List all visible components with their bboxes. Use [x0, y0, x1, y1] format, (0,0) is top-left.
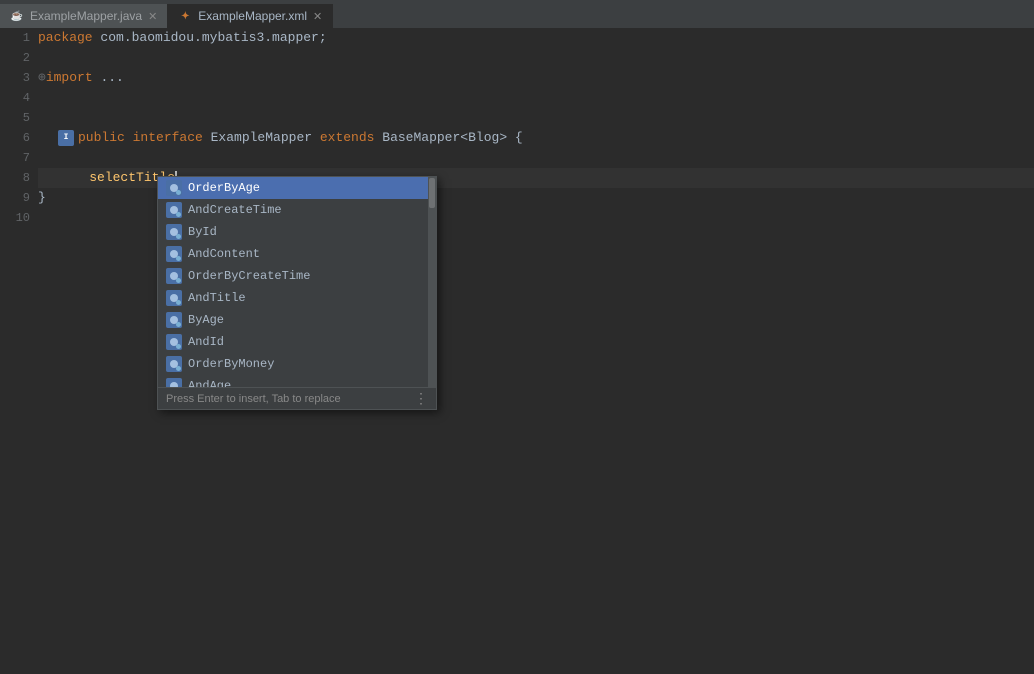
- xml-icon: ✦: [178, 9, 192, 23]
- kw-package: package: [38, 28, 100, 48]
- line-num-7: 7: [0, 148, 30, 168]
- ac-icon-0: [166, 180, 182, 196]
- ac-label-8: OrderByMoney: [188, 357, 428, 371]
- ac-icon-9: [166, 378, 182, 387]
- ac-label-4: OrderByCreateTime: [188, 269, 428, 283]
- ac-icon-3: [166, 246, 182, 262]
- ac-item-1[interactable]: AndCreateTime: [158, 199, 436, 221]
- line-num-9: 9: [0, 188, 30, 208]
- code-line-6: I public interface ExampleMapper extends…: [38, 128, 1034, 148]
- line-num-8: 8: [0, 168, 30, 188]
- autocomplete-scrollbar[interactable]: [428, 177, 436, 387]
- ac-icon-2: [166, 224, 182, 240]
- ac-label-3: AndContent: [188, 247, 428, 261]
- ac-label-5: AndTitle: [188, 291, 428, 305]
- ac-icon-7: [166, 334, 182, 350]
- line-num-3: 3: [0, 68, 30, 88]
- ac-icon-1: [166, 202, 182, 218]
- line-num-10: 10: [0, 208, 30, 228]
- ac-label-2: ById: [188, 225, 428, 239]
- code-line-7: [38, 148, 1034, 168]
- line-num-5: 5: [0, 108, 30, 128]
- ac-icon-8: [166, 356, 182, 372]
- tab-xml[interactable]: ✦ ExampleMapper.xml ✕: [168, 4, 333, 28]
- ac-label-0: OrderByAge: [188, 181, 428, 195]
- ac-item-2[interactable]: ById: [158, 221, 436, 243]
- line-numbers: 1 2 3 4 5 6 7 8 9 10: [0, 28, 38, 674]
- ac-icon-6: [166, 312, 182, 328]
- ac-item-9[interactable]: AndAge: [158, 375, 436, 387]
- ac-label-7: AndId: [188, 335, 428, 349]
- ac-item-3[interactable]: AndContent: [158, 243, 436, 265]
- ac-label-1: AndCreateTime: [188, 203, 428, 217]
- autocomplete-more-button[interactable]: ⋮: [414, 390, 428, 407]
- ac-item-4[interactable]: OrderByCreateTime: [158, 265, 436, 287]
- code-line-5: [38, 108, 1034, 128]
- ac-item-7[interactable]: AndId: [158, 331, 436, 353]
- code-line-1: package com.baomidou.mybatis3.mapper;: [38, 28, 1034, 48]
- tab-java[interactable]: ☕ ExampleMapper.java ✕: [0, 4, 168, 28]
- code-area[interactable]: package com.baomidou.mybatis3.mapper; ⊕i…: [38, 28, 1034, 674]
- ac-item-5[interactable]: AndTitle: [158, 287, 436, 309]
- pkg-name: com.baomidou.mybatis3.mapper: [100, 28, 318, 48]
- code-line-3: ⊕import ...: [38, 68, 1034, 88]
- code-line-4: [38, 88, 1034, 108]
- editor: 1 2 3 4 5 6 7 8 9 10 package com.baomido…: [0, 28, 1034, 674]
- tab-bar: ☕ ExampleMapper.java ✕ ✦ ExampleMapper.x…: [0, 0, 1034, 28]
- tab-xml-label: ExampleMapper.xml: [198, 9, 307, 23]
- ac-item-8[interactable]: OrderByMoney: [158, 353, 436, 375]
- autocomplete-scroll-thumb: [429, 178, 435, 208]
- ac-label-6: ByAge: [188, 313, 428, 327]
- tab-java-close[interactable]: ✕: [148, 10, 157, 23]
- autocomplete-hint: Press Enter to insert, Tab to replace: [166, 393, 341, 405]
- ac-label-9: AndAge: [188, 379, 428, 387]
- line-num-6: 6: [0, 128, 30, 148]
- line-num-2: 2: [0, 48, 30, 68]
- tab-xml-close[interactable]: ✕: [313, 10, 322, 23]
- tab-java-label: ExampleMapper.java: [30, 9, 142, 23]
- class-icon: I: [58, 130, 74, 146]
- java-icon: ☕: [10, 9, 24, 23]
- autocomplete-list: OrderByAge AndCreateTime ById AndContent…: [158, 177, 436, 387]
- ac-icon-5: [166, 290, 182, 306]
- ac-item-6[interactable]: ByAge: [158, 309, 436, 331]
- ac-icon-4: [166, 268, 182, 284]
- autocomplete-footer: Press Enter to insert, Tab to replace ⋮: [158, 387, 436, 409]
- autocomplete-dropdown[interactable]: OrderByAge AndCreateTime ById AndContent…: [157, 176, 437, 410]
- line-num-4: 4: [0, 88, 30, 108]
- line-num-1: 1: [0, 28, 30, 48]
- ac-item-0[interactable]: OrderByAge: [158, 177, 436, 199]
- code-line-2: [38, 48, 1034, 68]
